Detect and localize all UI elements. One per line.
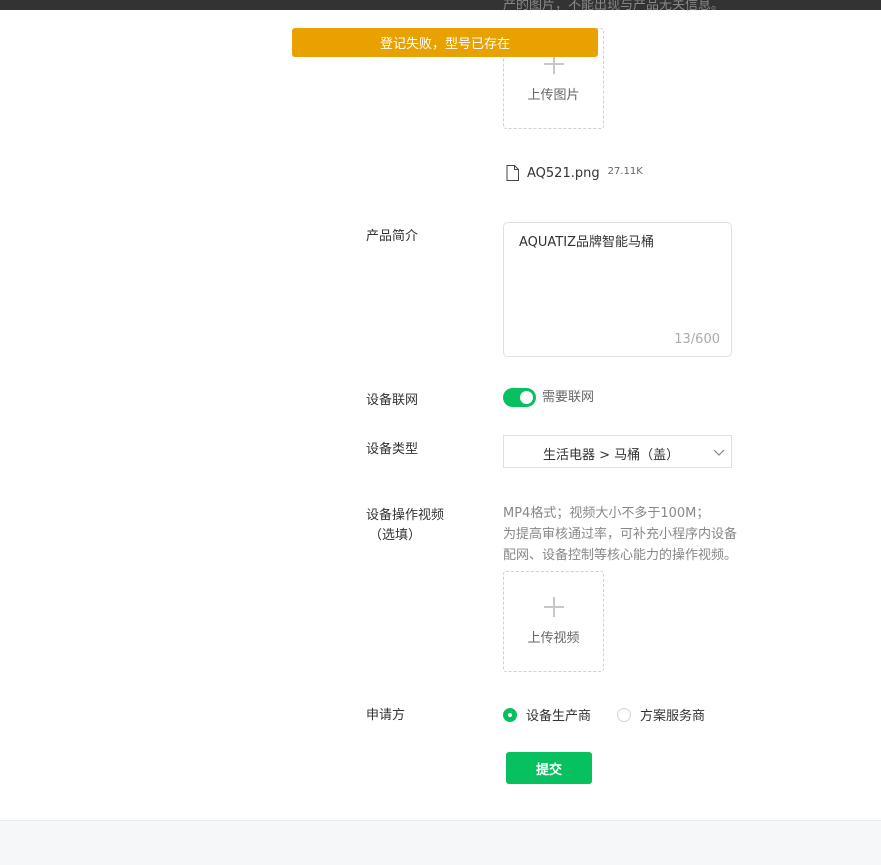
applicant-radio-provider[interactable]: 方案服务商 — [617, 705, 705, 724]
image-hint-text: 产的图片，不能出现与产品无关信息。 — [503, 0, 725, 13]
video-hint: MP4格式；视频大小不多于100M； 为提高审核通过率，可补充小程序内设备 配网… — [503, 503, 738, 566]
video-upload-label: 上传视频 — [527, 631, 580, 646]
file-name: AQ521.png — [527, 165, 600, 181]
device-type-value: 生活电器 > 马桶（盖） — [543, 448, 680, 463]
toggle-knob — [520, 391, 533, 404]
image-upload-label: 上传图片 — [527, 88, 580, 103]
radio-checked-icon — [503, 707, 517, 722]
uploaded-file[interactable]: AQ521.png 27.11K — [506, 163, 643, 183]
top-bar — [0, 0, 881, 10]
error-toast: 登记失败，型号已存在 — [292, 28, 598, 57]
page-footer — [0, 820, 881, 865]
radio-unchecked-icon — [617, 707, 631, 722]
video-upload-box[interactable]: 上传视频 — [503, 571, 604, 672]
intro-label: 产品简介 — [366, 229, 419, 244]
video-hint-line: 配网、设备控制等核心能力的操作视频。 — [503, 548, 738, 563]
device-type-label: 设备类型 — [366, 442, 419, 457]
network-toggle[interactable] — [503, 388, 536, 407]
chevron-down-icon — [713, 449, 725, 456]
network-toggle-text: 需要联网 — [542, 390, 595, 405]
file-size: 27.11K — [607, 165, 643, 177]
network-label: 设备联网 — [366, 393, 419, 408]
radio-label: 设备生产商 — [526, 709, 592, 724]
intro-value: AQUATIZ品牌智能马桶 — [519, 235, 654, 250]
image-hint-partial: 产的图片，不能出现与产品无关信息。 — [503, 0, 743, 20]
video-label: 设备操作视频 — [366, 508, 445, 523]
video-label-optional: （选填） — [369, 528, 422, 543]
video-hint-line: 为提高审核通过率，可补充小程序内设备 — [503, 527, 738, 542]
video-hint-line: MP4格式；视频大小不多于100M； — [503, 506, 710, 521]
file-icon — [506, 165, 519, 181]
submit-button[interactable]: 提交 — [506, 752, 592, 784]
intro-char-count: 13/600 — [674, 332, 720, 347]
applicant-label: 申请方 — [366, 708, 406, 723]
device-type-select[interactable]: 生活电器 > 马桶（盖） — [503, 435, 732, 468]
radio-label: 方案服务商 — [640, 709, 706, 724]
applicant-radio-manufacturer[interactable]: 设备生产商 — [503, 705, 591, 724]
intro-textarea[interactable]: AQUATIZ品牌智能马桶 13/600 — [503, 222, 732, 357]
plus-icon — [543, 54, 564, 74]
toast-message: 登记失败，型号已存在 — [379, 37, 510, 52]
plus-icon — [543, 597, 564, 617]
